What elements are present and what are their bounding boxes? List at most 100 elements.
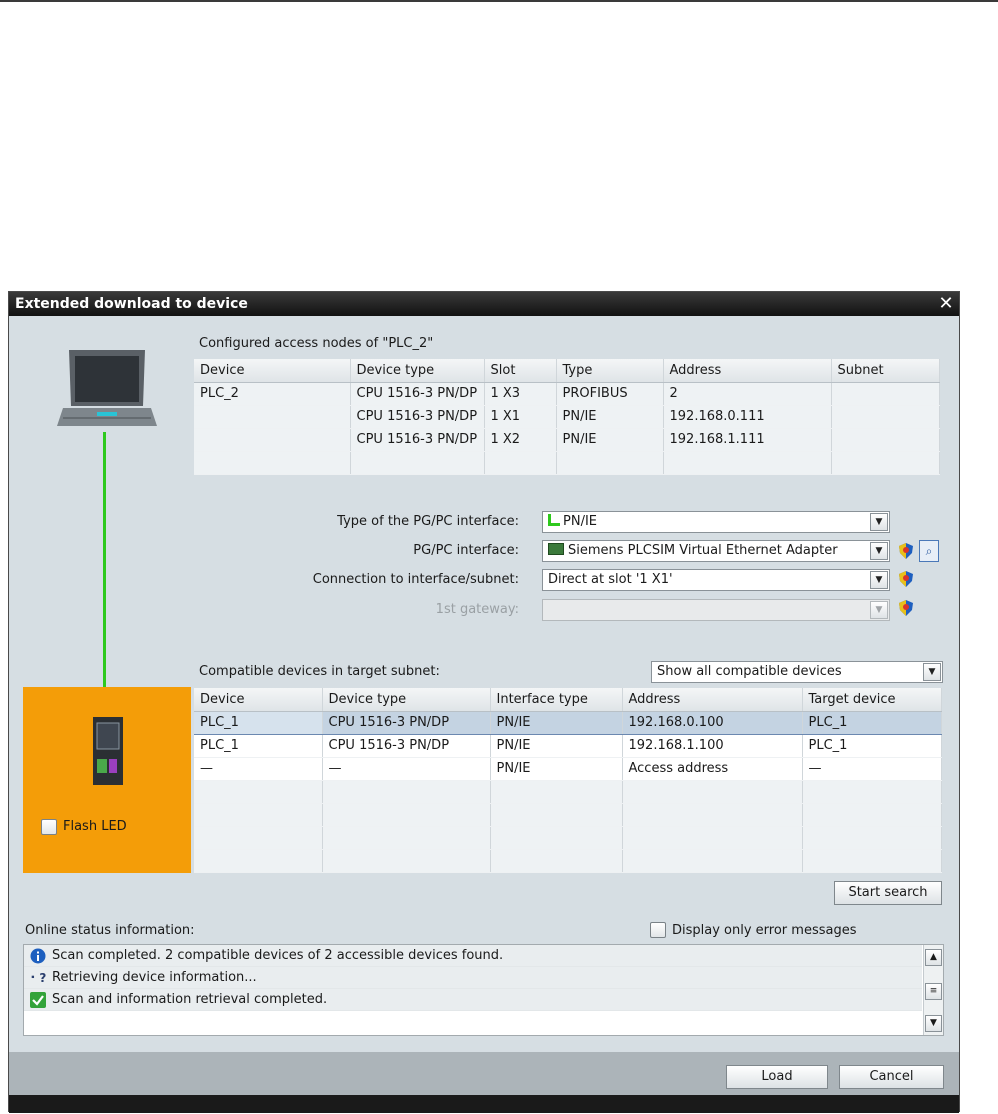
col-device[interactable]: Device [194, 359, 351, 383]
cell [194, 405, 351, 429]
configured-nodes-title: Configured access nodes of "PLC_2" [199, 336, 434, 351]
chevron-down-icon[interactable]: ▼ [923, 663, 941, 681]
type-label: Type of the PG/PC interface: [337, 514, 519, 529]
scroll-down-icon[interactable]: ▼ [925, 1015, 942, 1032]
cell: 192.168.1.111 [663, 428, 832, 452]
cell: PROFIBUS [556, 382, 664, 406]
cell: PLC_1 [194, 710, 323, 735]
cell: PN/IE [490, 757, 623, 781]
cell: — [802, 757, 942, 781]
table-row-empty [194, 803, 942, 827]
cell: PN/IE [556, 405, 664, 429]
col-address[interactable]: Address [663, 359, 832, 383]
shield-icon[interactable] [897, 570, 915, 588]
table-row-empty [194, 826, 942, 850]
pn-ie-icon [548, 514, 560, 526]
cell: 192.168.0.100 [622, 710, 803, 735]
footer-bar [9, 1095, 959, 1113]
table-row: CPU 1516-3 PN/DP 1 X1 PN/IE 192.168.0.11… [194, 405, 940, 429]
cell: — [322, 757, 491, 781]
cell: PN/IE [490, 734, 623, 758]
col-target-device[interactable]: Target device [802, 688, 942, 712]
log-entry: Scan completed. 2 compatible devices of … [24, 945, 922, 967]
chevron-down-icon: ▼ [870, 601, 888, 619]
cell: 192.168.0.111 [663, 405, 832, 429]
type-value: PN/IE [563, 514, 597, 529]
table-row[interactable]: — — PN/IE Access address — [194, 757, 942, 781]
chevron-down-icon[interactable]: ▼ [870, 513, 888, 531]
col-interface-type[interactable]: Interface type [490, 688, 623, 712]
connection-line [103, 432, 106, 694]
flash-led-label: Flash LED [63, 819, 127, 834]
cell: CPU 1516-3 PN/DP [350, 382, 485, 406]
filter-value: Show all compatible devices [657, 664, 842, 679]
scroll-up-icon[interactable]: ▲ [925, 949, 942, 966]
retrieving-icon: ⠂? [30, 971, 47, 985]
cell: PN/IE [556, 428, 664, 452]
cell: CPU 1516-3 PN/DP [350, 428, 485, 452]
dialog-title: Extended download to device [15, 296, 248, 312]
chevron-down-icon[interactable]: ▼ [870, 571, 888, 589]
cell: CPU 1516-3 PN/DP [350, 405, 485, 429]
chevron-down-icon[interactable]: ▼ [870, 542, 888, 560]
table-row[interactable]: PLC_1 CPU 1516-3 PN/DP PN/IE 192.168.1.1… [194, 734, 942, 758]
cell: 192.168.1.100 [622, 734, 803, 758]
log-scrollbar[interactable]: ▲ ≡ ▼ [923, 945, 943, 1035]
cell: 2 [663, 382, 832, 406]
cell: 1 X3 [484, 382, 557, 406]
table-row-selected[interactable]: PLC_1 CPU 1516-3 PN/DP PN/IE 192.168.0.1… [194, 710, 942, 735]
cell: PLC_2 [194, 382, 351, 406]
cell: CPU 1516-3 PN/DP [322, 734, 491, 758]
scroll-thumb-icon[interactable]: ≡ [925, 983, 942, 1000]
connection-label: Connection to interface/subnet: [312, 572, 519, 587]
col-address[interactable]: Address [622, 688, 803, 712]
table-row-empty [194, 780, 942, 804]
type-select[interactable]: PN/IE ▼ [542, 511, 890, 533]
target-device-panel: Flash LED [23, 687, 191, 873]
col-device[interactable]: Device [194, 688, 323, 712]
cell: PLC_1 [802, 734, 942, 758]
connection-value: Direct at slot '1 X1' [548, 572, 673, 587]
cell: Access address [622, 757, 803, 781]
top-rule [0, 0, 998, 2]
table-row-empty [194, 451, 940, 475]
cell: — [194, 757, 323, 781]
gateway-select: ▼ [542, 599, 890, 621]
log-entry: Scan and information retrieval completed… [24, 989, 922, 1011]
cancel-button[interactable]: Cancel [839, 1065, 944, 1089]
filter-select[interactable]: Show all compatible devices ▼ [651, 661, 943, 683]
col-device-type[interactable]: Device type [350, 359, 485, 383]
cell [831, 428, 940, 452]
plc-icon [93, 717, 123, 785]
cell: CPU 1516-3 PN/DP [322, 710, 491, 735]
table-row: PLC_2 CPU 1516-3 PN/DP 1 X3 PROFIBUS 2 [194, 382, 940, 406]
cell: PLC_1 [802, 710, 942, 735]
load-button[interactable]: Load [726, 1065, 828, 1089]
col-type[interactable]: Type [556, 359, 664, 383]
interface-select[interactable]: Siemens PLCSIM Virtual Ethernet Adapter … [542, 540, 890, 562]
col-slot[interactable]: Slot [484, 359, 557, 383]
cell: PN/IE [490, 710, 623, 735]
online-status-label: Online status information: [25, 923, 195, 938]
network-adapter-icon [548, 543, 564, 555]
log-text: Scan and information retrieval completed… [52, 992, 328, 1007]
compatible-devices-table: Device Device type Interface type Addres… [194, 688, 942, 873]
shield-icon[interactable] [897, 542, 915, 560]
extended-download-dialog: Extended download to device ✕ Configured… [8, 291, 960, 1113]
cell [831, 382, 940, 406]
connection-select[interactable]: Direct at slot '1 X1' ▼ [542, 569, 890, 591]
error-only-label: Display only error messages [672, 923, 857, 938]
properties-icon[interactable]: ⌕ [919, 540, 939, 562]
flash-led-checkbox[interactable] [41, 819, 57, 835]
close-icon[interactable]: ✕ [935, 294, 957, 314]
col-device-type[interactable]: Device type [322, 688, 491, 712]
pg-pc-icon [57, 350, 157, 426]
start-search-button[interactable]: Start search [834, 881, 942, 905]
interface-label: PG/PC interface: [413, 543, 519, 558]
error-only-checkbox[interactable] [650, 922, 666, 938]
cell: PLC_1 [194, 734, 323, 758]
status-log: Scan completed. 2 compatible devices of … [23, 944, 944, 1036]
col-subnet[interactable]: Subnet [831, 359, 940, 383]
shield-icon [899, 600, 913, 616]
interface-value: Siemens PLCSIM Virtual Ethernet Adapter [568, 543, 838, 558]
